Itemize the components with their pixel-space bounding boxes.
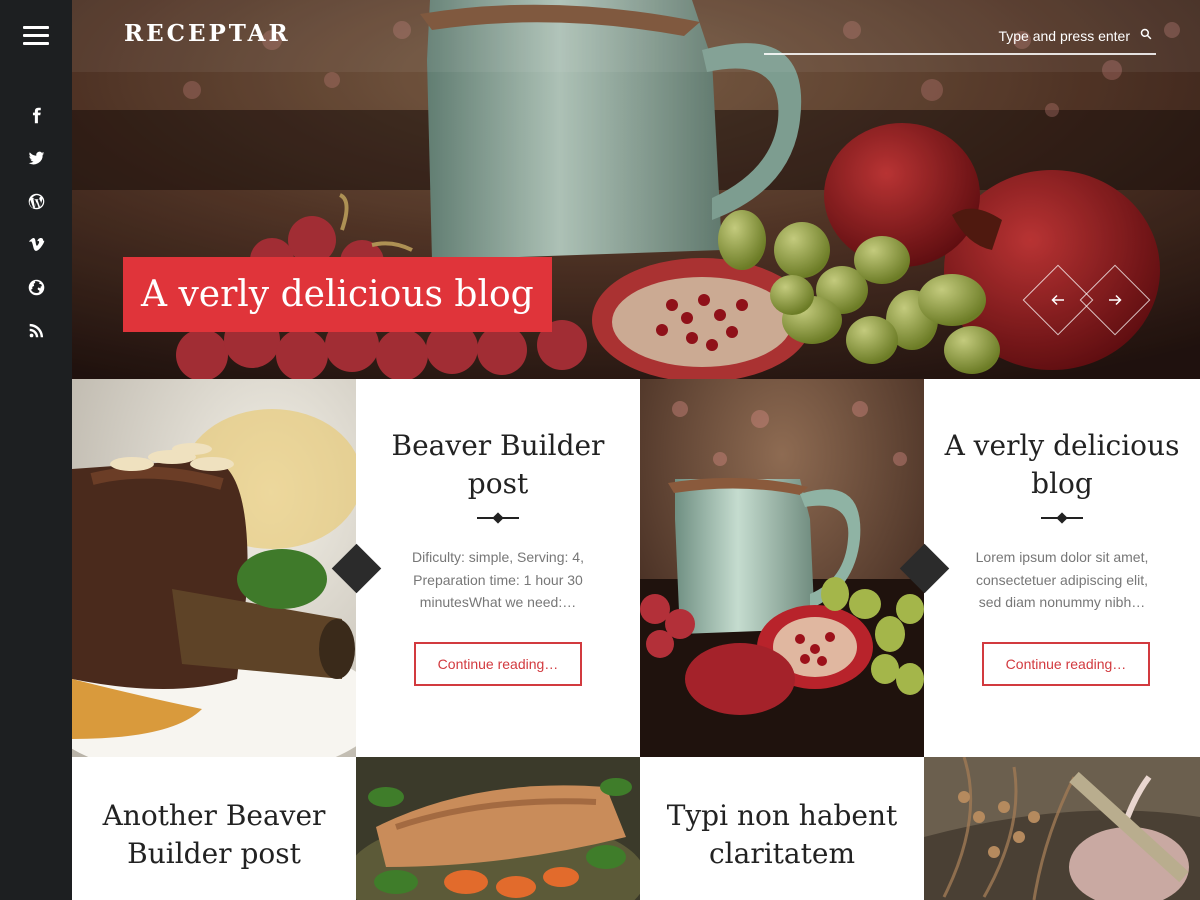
separator-icon [477,512,519,524]
arrow-left-icon [1051,294,1064,306]
post-title[interactable]: Typi non habent claritatem [660,797,904,873]
social-links [0,94,72,352]
site-logo[interactable]: RECEPTAR [124,20,291,47]
post-card-beaver-builder: Beaver Builder post Dificulty: simple, S… [356,379,640,757]
wordpress-icon[interactable] [0,180,72,223]
globe-icon[interactable] [0,266,72,309]
twitter-icon[interactable] [0,137,72,180]
post-title[interactable]: Beaver Builder post [376,427,620,503]
search-form [764,22,1156,55]
post-thumbnail-delicious-blog[interactable] [640,379,924,757]
rss-icon[interactable] [0,309,72,352]
post-excerpt: Dificulty: simple, Serving: 4, Preparati… [412,549,584,610]
post-card-another-beaver-builder: Another Beaver Builder post [72,757,356,900]
arrow-right-icon [1109,294,1122,306]
menu-icon[interactable] [23,26,49,46]
post-card-typi-non-habent: Typi non habent claritatem [640,757,924,900]
post-card-delicious-blog: A verly delicious blog Lorem ipsum dolor… [924,379,1200,757]
post-thumbnail-beaver-builder[interactable] [72,379,356,757]
post-thumbnail-another-beaver-builder[interactable] [356,757,640,900]
facebook-icon[interactable] [0,94,72,137]
sidebar [0,0,72,900]
vimeo-icon[interactable] [0,223,72,266]
search-icon[interactable] [1140,28,1152,40]
hero-title[interactable]: A verly delicious blog [123,257,552,332]
continue-reading-button[interactable]: Continue reading… [414,642,582,686]
hero-slider: RECEPTAR A verly delicious blog [72,0,1200,379]
post-title[interactable]: A verly delicious blog [944,427,1180,503]
separator-icon [1041,512,1083,524]
continue-reading-button[interactable]: Continue reading… [982,642,1150,686]
search-input[interactable] [770,25,1130,47]
post-excerpt: Lorem ipsum dolor sit amet, consectetuer… [975,549,1149,610]
post-title[interactable]: Another Beaver Builder post [92,797,336,873]
post-thumbnail-typi-non-habent[interactable] [924,757,1200,900]
